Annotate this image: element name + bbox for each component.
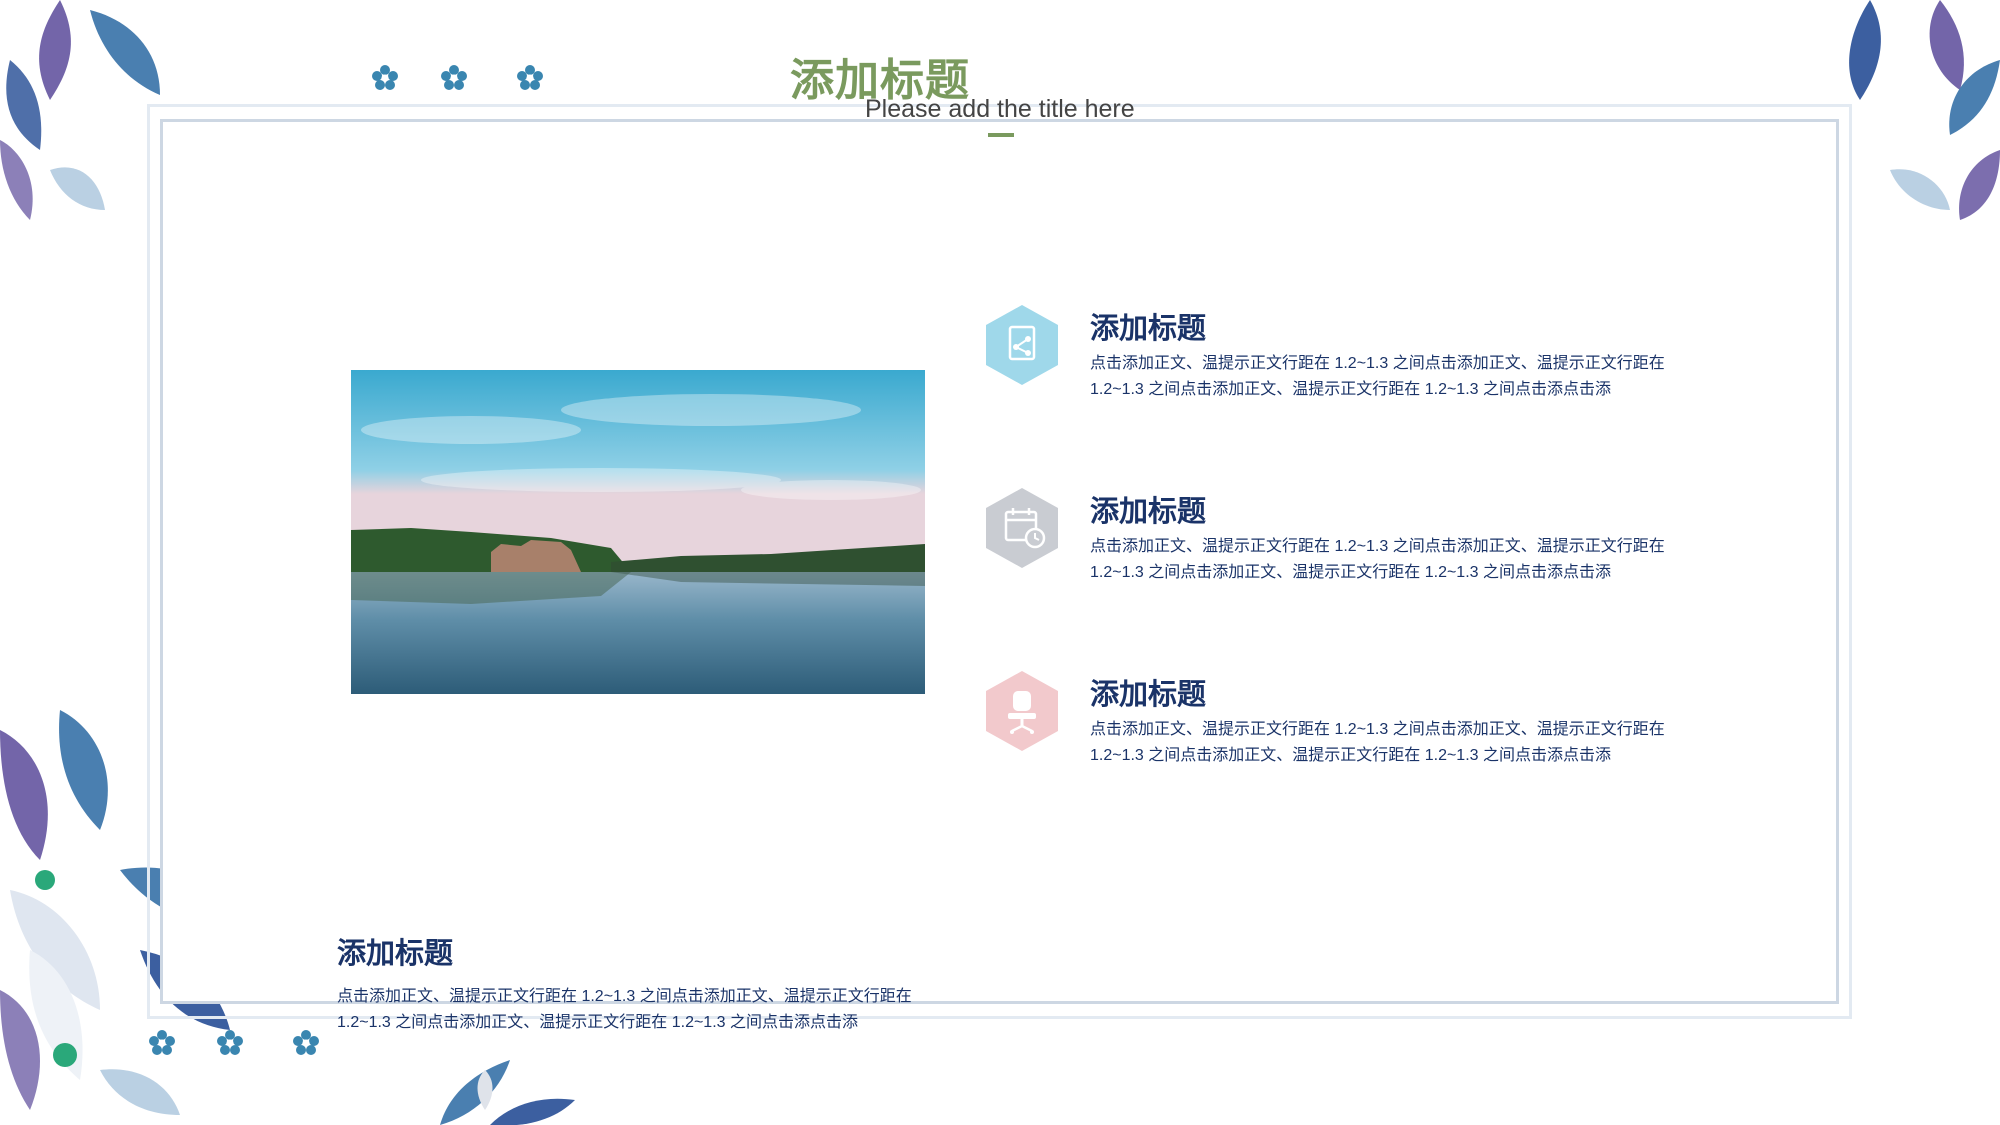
feature-item-title[interactable]: 添加标题 xyxy=(1090,305,1206,347)
bottom-title[interactable]: 添加标题 xyxy=(337,930,957,972)
feature-item-title[interactable]: 添加标题 xyxy=(1090,671,1206,713)
calendar-clock-icon[interactable] xyxy=(986,488,1058,568)
lake-landscape-image[interactable] xyxy=(351,370,925,694)
feature-item-body[interactable]: 点击添加正文、温提示正文行距在 1.2~1.3 之间点击添加正文、温提示正文行距… xyxy=(1090,351,1690,403)
flower-icon xyxy=(217,1030,243,1055)
feature-item-body[interactable]: 点击添加正文、温提示正文行距在 1.2~1.3 之间点击添加正文、温提示正文行距… xyxy=(1090,717,1690,769)
title-underline xyxy=(988,133,1014,137)
feature-item-title[interactable]: 添加标题 xyxy=(1090,488,1206,530)
document-share-icon[interactable] xyxy=(986,305,1058,385)
bottom-text-block: 添加标题 点击添加正文、温提示正文行距在 1.2~1.3 之间点击添加正文、温提… xyxy=(337,930,957,1036)
office-chair-icon[interactable] xyxy=(986,671,1058,751)
flower-icon xyxy=(441,65,467,90)
bottom-body[interactable]: 点击添加正文、温提示正文行距在 1.2~1.3 之间点击添加正文、温提示正文行距… xyxy=(337,984,937,1036)
flower-icon xyxy=(149,1030,175,1055)
floral-decoration-top-right xyxy=(1849,0,2000,220)
flower-icon xyxy=(293,1030,319,1055)
flower-icon xyxy=(517,65,543,90)
feature-item-body[interactable]: 点击添加正文、温提示正文行距在 1.2~1.3 之间点击添加正文、温提示正文行距… xyxy=(1090,534,1690,586)
page-subtitle[interactable]: Please add the title here xyxy=(865,95,1135,124)
flower-icon xyxy=(372,65,398,90)
floral-decoration-bottom-center xyxy=(440,1060,575,1125)
